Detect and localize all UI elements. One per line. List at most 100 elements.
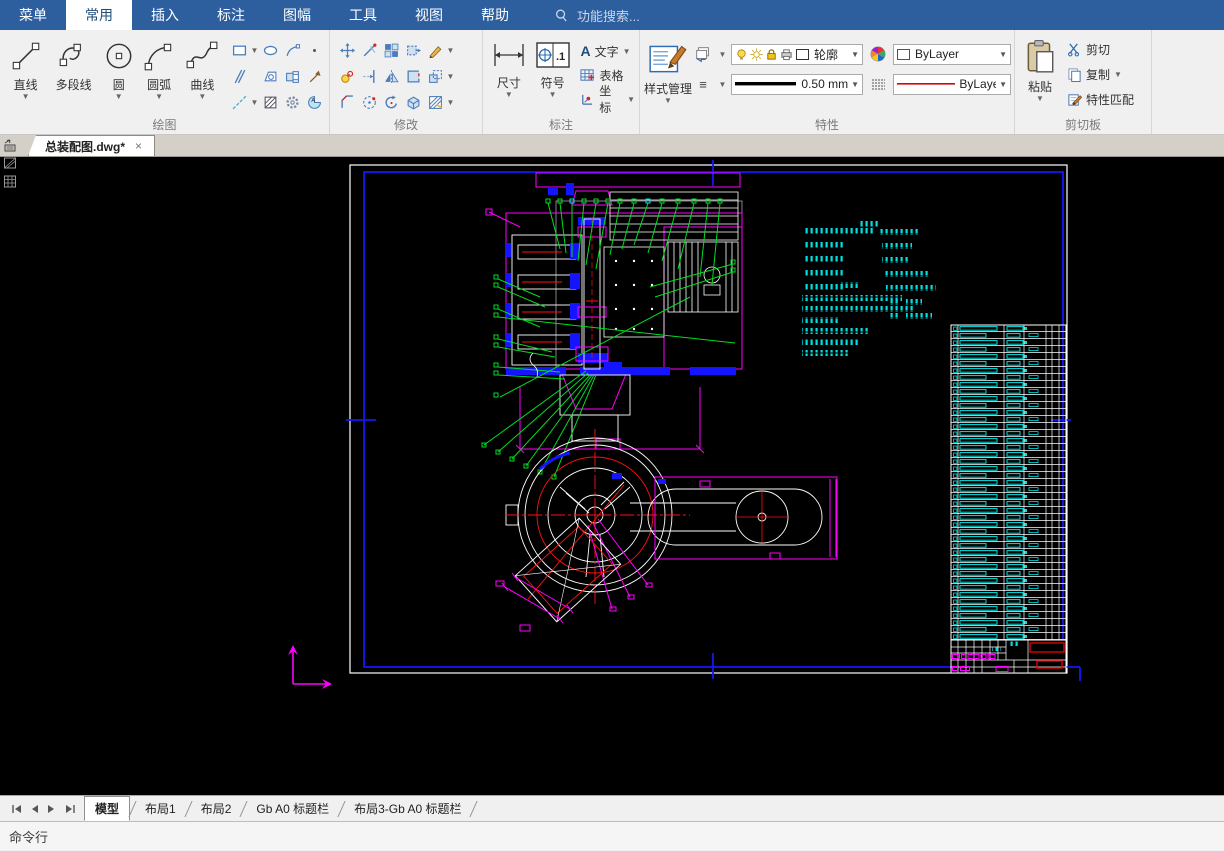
table-label: 表格	[599, 68, 624, 83]
hatch-edit-button[interactable]	[424, 91, 446, 113]
rectangle-button[interactable]	[228, 39, 250, 61]
layout-tab-layout3-gb-a0[interactable]: 布局3-Gb A0 标题栏	[344, 797, 471, 820]
first-sheet-button[interactable]	[8, 801, 24, 817]
polar-array-button[interactable]	[358, 91, 380, 113]
color-swatch	[897, 48, 911, 60]
arc-button[interactable]: 圆弧 ▼	[138, 35, 181, 117]
color-select[interactable]: ByLayer ▼	[893, 43, 1012, 65]
stretch-button[interactable]	[402, 39, 424, 61]
bom-table	[950, 324, 1067, 641]
menu-item-insert[interactable]: 插入	[132, 0, 198, 30]
style-manager-button[interactable]: 样式管理 ▼	[644, 35, 692, 117]
block-button[interactable]	[281, 65, 303, 87]
layout-tab-model[interactable]: 模型	[84, 796, 131, 821]
cad-drawing	[288, 160, 1081, 689]
chevron-down-icon[interactable]: ▼	[250, 46, 259, 55]
circle-label: 圆	[112, 78, 125, 92]
ribbon-group-modify: ▼ ▼ ▼ 修改	[330, 30, 483, 134]
edit-button[interactable]	[424, 39, 446, 61]
chevron-down-icon[interactable]: ▼	[446, 46, 455, 55]
grid-table-icon[interactable]	[1, 173, 19, 190]
chevron-down-icon[interactable]: ▼	[446, 98, 455, 107]
lineweight-list-button[interactable]	[867, 73, 889, 95]
ellipse-button[interactable]	[259, 39, 281, 61]
function-search[interactable]: 功能搜索...	[554, 0, 640, 30]
donut-button[interactable]	[259, 65, 281, 87]
text-icon: A	[580, 43, 591, 59]
circle-button[interactable]: 圆 ▼	[100, 35, 138, 117]
close-icon[interactable]: ×	[135, 139, 142, 153]
linestyle-button[interactable]: ≡	[692, 73, 714, 95]
construction-line-button[interactable]	[228, 91, 250, 113]
chevron-down-icon: ▼	[622, 46, 631, 56]
layer-manager-button[interactable]	[692, 43, 714, 65]
cut-button[interactable]: 剪切	[1067, 39, 1134, 59]
chevron-down-icon[interactable]: ▼	[446, 72, 455, 81]
color-wheel-button[interactable]	[867, 43, 889, 65]
match-properties-button[interactable]: 特性匹配	[1067, 89, 1134, 109]
hatch-button[interactable]	[259, 91, 281, 113]
menu-item-menu[interactable]: 菜单	[0, 0, 66, 30]
layer-select[interactable]: 轮廓 ▼	[731, 43, 864, 65]
pick-arrow-button[interactable]	[303, 65, 325, 87]
prev-sheet-button[interactable]	[26, 801, 42, 817]
lineweight-select[interactable]: 0.50 mm ▼	[731, 73, 864, 95]
next-sheet-button[interactable]	[44, 801, 60, 817]
menu-item-tools[interactable]: 工具	[330, 0, 396, 30]
style-manager-label: 样式管理	[644, 82, 693, 96]
solid-edit-button[interactable]	[402, 91, 424, 113]
curve-fit-button[interactable]	[281, 39, 303, 61]
linetype-select[interactable]: ByLayer ▼	[893, 73, 1012, 95]
mirror-button[interactable]	[380, 65, 402, 87]
dimension-icon	[491, 39, 527, 71]
chevron-down-icon[interactable]: ▼	[250, 98, 259, 107]
copy-button[interactable]: 复制 ▼	[1067, 64, 1134, 84]
chevron-down-icon: ▼	[198, 92, 207, 101]
menu-item-help[interactable]: 帮助	[462, 0, 528, 30]
search-placeholder: 功能搜索...	[577, 8, 640, 24]
sheet-set-icon[interactable]	[1, 137, 19, 154]
line-label: 直线	[13, 78, 38, 92]
line-button[interactable]: 直线 ▼	[4, 35, 47, 117]
scale-button[interactable]	[424, 65, 446, 87]
extend-button[interactable]	[358, 65, 380, 87]
document-tab[interactable]: 总装配图.dwg* ×	[28, 135, 156, 156]
frame-view-icon[interactable]	[1, 155, 19, 172]
text-button[interactable]: A 文字 ▼	[580, 41, 635, 61]
trim-button[interactable]	[358, 39, 380, 61]
last-sheet-button[interactable]	[62, 801, 78, 817]
arc-icon	[142, 39, 176, 73]
menu-item-view[interactable]: 视图	[396, 0, 462, 30]
copy-object-button[interactable]	[336, 65, 358, 87]
coordinate-button[interactable]: 坐标 ▼	[580, 84, 635, 115]
linetype-sample	[897, 83, 956, 85]
polyline-icon	[57, 39, 91, 73]
polyline-button[interactable]: 多段线	[47, 35, 100, 117]
layout-tab-layout1[interactable]: 布局1	[135, 797, 186, 820]
drawing-canvas[interactable]	[0, 157, 1224, 795]
array-button[interactable]	[380, 39, 402, 61]
rotate-button[interactable]	[380, 91, 402, 113]
command-line[interactable]: 命令行	[0, 821, 1224, 850]
menu-item-annotate[interactable]: 标注	[198, 0, 264, 30]
layout-tab-gb-a0[interactable]: Gb A0 标题栏	[246, 797, 339, 820]
chevron-down-icon[interactable]: ▼	[718, 50, 727, 59]
paste-button[interactable]: 粘贴 ▼	[1019, 35, 1061, 117]
fillet-button[interactable]	[336, 91, 358, 113]
multiline-button[interactable]	[228, 65, 250, 87]
menu-item-home[interactable]: 常用	[66, 0, 132, 30]
menu-item-sheet[interactable]: 图幅	[264, 0, 330, 30]
chevron-down-icon[interactable]: ▼	[718, 80, 727, 89]
spline-button[interactable]: 曲线 ▼	[181, 35, 224, 117]
layout-tab-layout2[interactable]: 布局2	[191, 797, 242, 820]
move-button[interactable]	[336, 39, 358, 61]
gear-button[interactable]	[281, 91, 303, 113]
ucs-icon	[288, 645, 332, 689]
point-button[interactable]	[303, 39, 325, 61]
break-button[interactable]	[402, 65, 424, 87]
chevron-down-icon: ▼	[1114, 69, 1122, 79]
symbol-icon	[535, 39, 571, 71]
symbol-button[interactable]: 符号 ▼	[531, 35, 575, 117]
dimension-button[interactable]: 尺寸 ▼	[487, 35, 531, 117]
region-button[interactable]	[303, 91, 325, 113]
